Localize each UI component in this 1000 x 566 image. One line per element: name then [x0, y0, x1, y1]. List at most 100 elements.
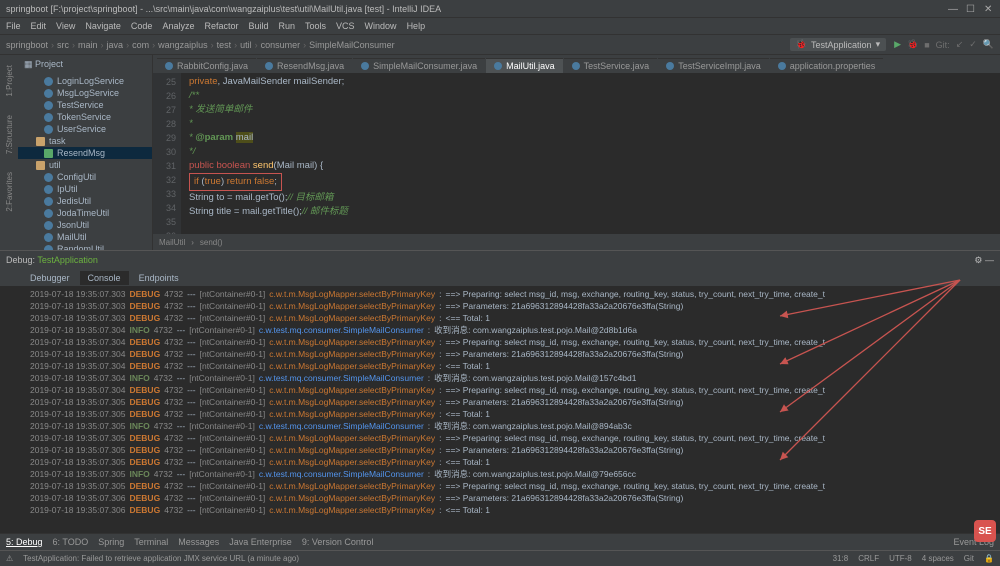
watermark-badge: SE — [974, 520, 996, 542]
tree-item[interactable]: util — [18, 159, 152, 171]
menu-tools[interactable]: Tools — [305, 21, 326, 31]
tree-item[interactable]: JsonUtil — [18, 219, 152, 231]
breadcrumb-item[interactable]: MailUtil — [159, 238, 185, 247]
editor-tab[interactable]: application.properties — [770, 58, 884, 73]
debug-tab-endpoints[interactable]: Endpoints — [131, 271, 187, 285]
menu-build[interactable]: Build — [248, 21, 268, 31]
menu-window[interactable]: Window — [365, 21, 397, 31]
editor-tab[interactable]: SimpleMailConsumer.java — [353, 58, 485, 73]
log-row: 2019-07-18 19:35:07.305 DEBUG 4732 --- [… — [30, 408, 994, 420]
status-message: TestApplication: Failed to retrieve appl… — [23, 554, 299, 563]
console-output[interactable]: 2019-07-18 19:35:07.303 DEBUG 4732 --- [… — [0, 286, 1000, 533]
log-row: 2019-07-18 19:35:07.305 DEBUG 4732 --- [… — [30, 432, 994, 444]
debug-tab-debugger[interactable]: Debugger — [22, 271, 78, 285]
editor-tab[interactable]: ResendMsg.java — [257, 58, 352, 73]
menu-edit[interactable]: Edit — [31, 21, 47, 31]
tree-item[interactable]: MsgLogService — [18, 87, 152, 99]
close-icon[interactable]: ✕ — [984, 4, 994, 14]
git-commit-icon[interactable]: ✓ — [969, 39, 977, 50]
tree-item-label: MailUtil — [57, 232, 87, 242]
log-row: 2019-07-18 19:35:07.303 DEBUG 4732 --- [… — [30, 312, 994, 324]
toolbar: springboot›src›main›java›com›wangzaiplus… — [0, 35, 1000, 55]
menu-code[interactable]: Code — [131, 21, 153, 31]
tree-item[interactable]: TokenService — [18, 111, 152, 123]
breadcrumb-item[interactable]: com — [132, 40, 149, 50]
breadcrumb-item[interactable]: main — [78, 40, 98, 50]
menu-vcs[interactable]: VCS — [336, 21, 355, 31]
lock-icon[interactable]: 🔒 — [984, 554, 994, 563]
debug-tab-console[interactable]: Console — [80, 271, 129, 285]
bug-icon: 🐞 — [796, 39, 807, 50]
stop-icon[interactable]: ■ — [924, 40, 929, 50]
breadcrumb-item[interactable]: java — [107, 40, 124, 50]
tree-item[interactable]: TestService — [18, 99, 152, 111]
log-row: 2019-07-18 19:35:07.304 DEBUG 4732 --- [… — [30, 348, 994, 360]
folder-icon — [36, 137, 45, 146]
line-separator[interactable]: CRLF — [858, 554, 879, 563]
log-row: 2019-07-18 19:35:07.304 INFO 4732 --- [n… — [30, 372, 994, 384]
menu-refactor[interactable]: Refactor — [204, 21, 238, 31]
editor-tab[interactable]: RabbitConfig.java — [157, 58, 256, 73]
gear-icon[interactable]: ⚙ — [974, 255, 982, 265]
menu-run[interactable]: Run — [279, 21, 296, 31]
tree-item[interactable]: JodaTimeUtil — [18, 207, 152, 219]
menu-file[interactable]: File — [6, 21, 21, 31]
tree-item[interactable]: IpUtil — [18, 183, 152, 195]
log-row: 2019-07-18 19:35:07.303 DEBUG 4732 --- [… — [30, 300, 994, 312]
tool-tab-structure[interactable]: 7:Structure — [5, 115, 14, 154]
breadcrumb-sep: › — [101, 40, 104, 50]
menu-view[interactable]: View — [56, 21, 75, 31]
tool-tab-project[interactable]: 1:Project — [5, 65, 14, 97]
run-icon — [44, 149, 53, 158]
menu-navigate[interactable]: Navigate — [85, 21, 121, 31]
left-tool-stripe: 1:Project 7:Structure 2:Favorites — [0, 55, 18, 250]
menu-help[interactable]: Help — [407, 21, 426, 31]
breadcrumb-item[interactable]: util — [240, 40, 252, 50]
debug-icon[interactable]: 🐞 — [907, 39, 918, 50]
breadcrumb-item[interactable]: consumer — [261, 40, 301, 50]
tab-label: application.properties — [790, 61, 876, 71]
git-update-icon[interactable]: ↙ — [956, 39, 964, 50]
menu-analyze[interactable]: Analyze — [162, 21, 194, 31]
breadcrumb-sep: › — [72, 40, 75, 50]
debug-panel-title: Debug: — [6, 255, 35, 265]
breadcrumb-item[interactable]: wangzaiplus — [158, 40, 208, 50]
file-encoding[interactable]: UTF-8 — [889, 554, 912, 563]
editor-tab[interactable]: TestServiceImpl.java — [658, 58, 769, 73]
tree-item-label: TestService — [57, 100, 104, 110]
tree-item[interactable]: ResendMsg — [18, 147, 152, 159]
cursor-position: 31:8 — [833, 554, 849, 563]
tool-tab-favorites[interactable]: 2:Favorites — [5, 172, 14, 212]
breadcrumb-item[interactable]: src — [57, 40, 69, 50]
editor-tab[interactable]: TestService.java — [564, 58, 658, 73]
debug-panel-config: TestApplication — [37, 255, 98, 265]
breadcrumb-item[interactable]: SimpleMailConsumer — [309, 40, 395, 50]
file-icon — [572, 62, 580, 70]
editor-tab[interactable]: MailUtil.java — [486, 58, 563, 73]
vcs-branch[interactable]: Git — [964, 554, 974, 563]
maximize-icon[interactable]: ☐ — [966, 4, 976, 14]
class-icon — [44, 233, 53, 242]
tree-item[interactable]: LoginLogService — [18, 75, 152, 87]
breadcrumb-item[interactable]: send() — [200, 238, 223, 247]
tree-item[interactable]: ConfigUtil — [18, 171, 152, 183]
breadcrumb-item[interactable]: springboot — [6, 40, 48, 50]
log-row: 2019-07-18 19:35:07.305 INFO 4732 --- [n… — [30, 468, 994, 480]
tree-item-label: util — [49, 160, 61, 170]
log-row: 2019-07-18 19:35:07.306 DEBUG 4732 --- [… — [30, 504, 994, 516]
project-pane-header[interactable]: ▦ Project — [18, 55, 152, 73]
hide-icon[interactable]: — — [985, 255, 994, 265]
minimize-icon[interactable]: — — [948, 4, 958, 14]
tree-item[interactable]: RandomUtil — [18, 243, 152, 250]
search-icon[interactable]: 🔍 — [983, 39, 994, 50]
tree-item[interactable]: MailUtil — [18, 231, 152, 243]
tree-item[interactable]: UserService — [18, 123, 152, 135]
breadcrumb-item[interactable]: test — [217, 40, 232, 50]
code-area[interactable]: private, JavaMailSender mailSender; /** … — [181, 73, 1000, 234]
tree-item[interactable]: task — [18, 135, 152, 147]
run-icon[interactable]: ▶ — [894, 39, 901, 50]
indent-info[interactable]: 4 spaces — [922, 554, 954, 563]
run-config-selector[interactable]: 🐞 TestApplication ▾ — [790, 38, 886, 51]
tree-item[interactable]: JedisUtil — [18, 195, 152, 207]
tree-item-label: LoginLogService — [57, 76, 124, 86]
